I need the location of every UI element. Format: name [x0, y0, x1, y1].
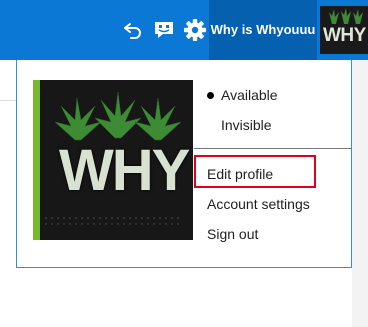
avatar-text: WHY: [323, 25, 366, 46]
status-invisible[interactable]: Invisible: [221, 117, 272, 133]
profile-picture-texture: [43, 215, 183, 227]
menu-divider: [194, 148, 352, 149]
edit-profile-link[interactable]: Edit profile: [207, 166, 273, 182]
feedback-icon[interactable]: [152, 18, 176, 42]
sign-out-link[interactable]: Sign out: [207, 226, 258, 242]
top-bar: Why is Whyouuu WHY: [0, 0, 368, 60]
background-page-edge-right: [352, 60, 368, 327]
profile-picture-text: WHY: [59, 138, 190, 203]
status-selected-dot: [207, 92, 214, 99]
account-settings-link[interactable]: Account settings: [207, 196, 310, 212]
account-name-button[interactable]: Why is Whyouuu: [209, 0, 317, 60]
avatar[interactable]: WHY: [320, 6, 368, 54]
gear-icon[interactable]: [183, 18, 207, 42]
status-available[interactable]: Available: [221, 87, 278, 103]
profile-picture[interactable]: WHY: [33, 80, 193, 240]
background-page-edge: [0, 60, 16, 101]
undo-icon[interactable]: [121, 18, 145, 42]
